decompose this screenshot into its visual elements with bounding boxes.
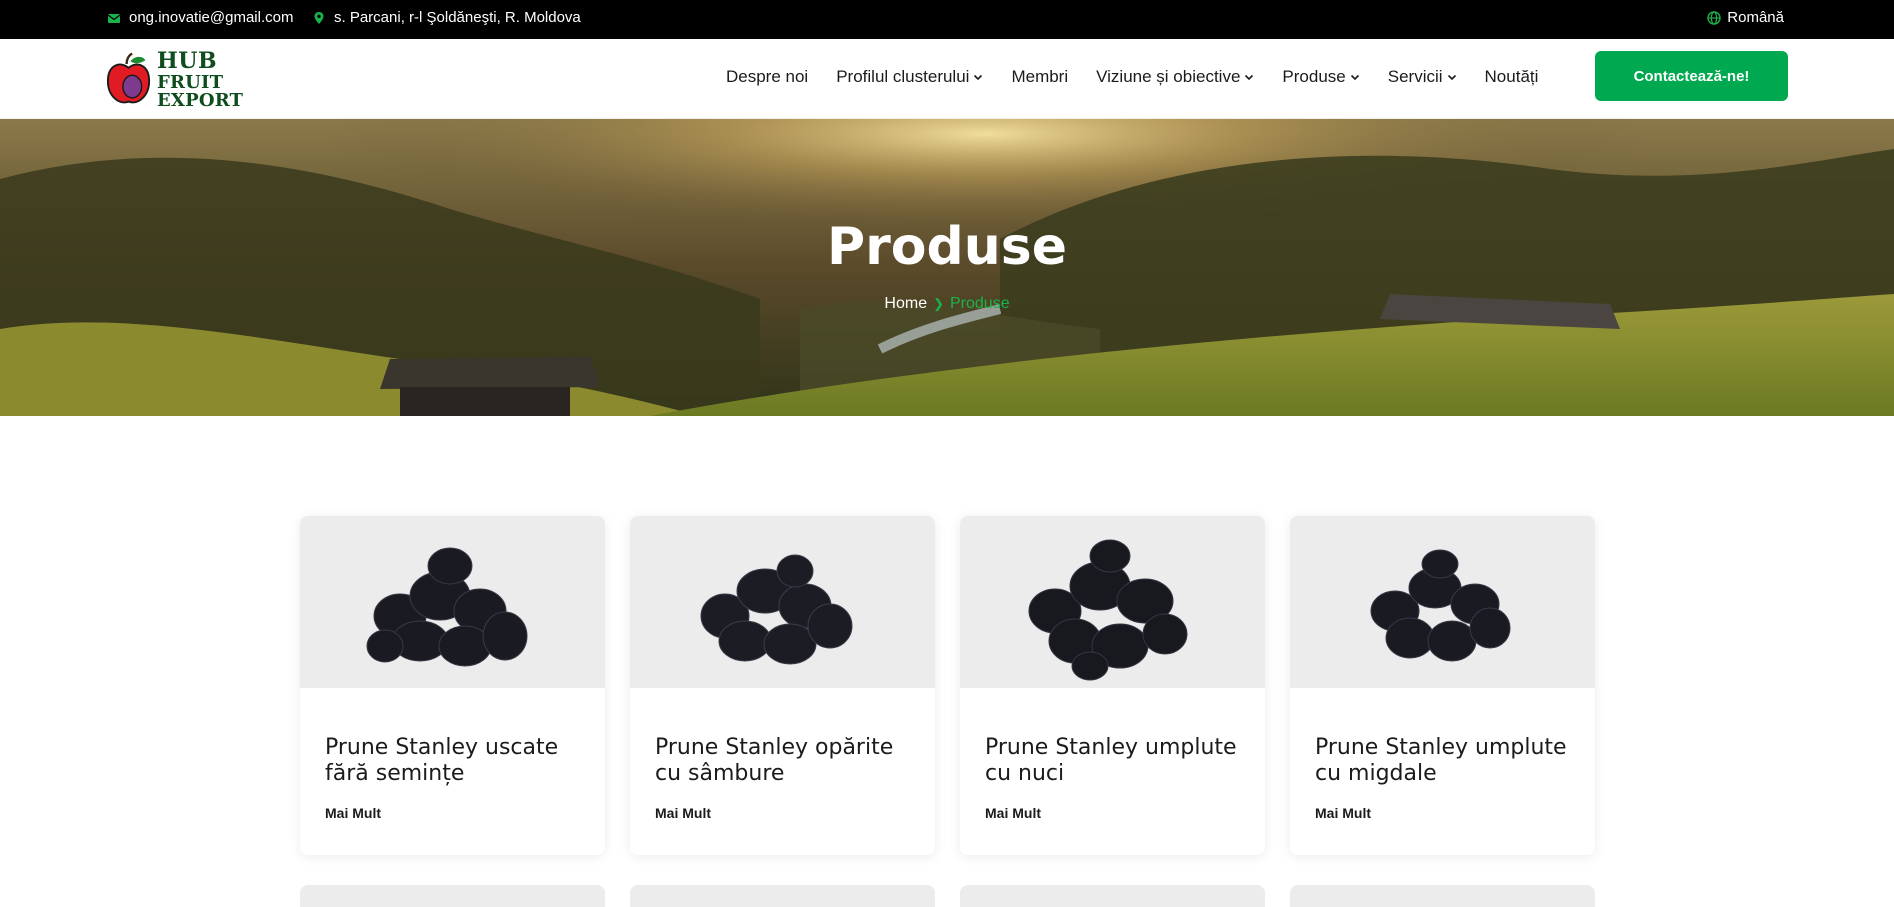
logo-line-1: HUB (157, 48, 218, 74)
product-card[interactable]: Prune Stanley opărite cu sâmbure Mai Mul… (630, 516, 935, 855)
nav-noutati[interactable]: Noutăți (1485, 67, 1539, 87)
language-selector[interactable]: Română (1707, 9, 1784, 26)
chevron-down-icon (1350, 74, 1359, 81)
nav-label: Despre noi (726, 67, 809, 86)
chevron-down-icon (1447, 74, 1456, 81)
product-image (300, 516, 605, 688)
nav-viziune-obiective[interactable]: Viziune și obiective (1096, 67, 1254, 87)
nav-label: Membri (1011, 67, 1069, 86)
product-card-partial (1290, 885, 1595, 907)
read-more-link[interactable]: Mai Mult (1315, 805, 1371, 821)
chevron-down-icon (974, 74, 983, 81)
product-card-partial (630, 885, 935, 907)
hero-banner: Produse Home ❯ Produse (0, 119, 1894, 416)
chevron-down-icon (1245, 74, 1254, 81)
product-card[interactable]: Prune Stanley umplute cu migdale Mai Mul… (1290, 516, 1595, 855)
read-more-link[interactable]: Mai Mult (655, 805, 711, 821)
product-title[interactable]: Prune Stanley umplute cu migdale (1315, 735, 1575, 787)
product-card[interactable]: Prune Stanley umplute cu nuci Mai Mult (960, 516, 1265, 855)
product-card-partial (960, 885, 1265, 907)
main-nav: Despre noi Profilul clusterului Membri V… (726, 67, 1566, 87)
nav-label: Viziune și obiective (1096, 67, 1241, 86)
product-image (630, 516, 935, 688)
logo-line-2: FRUIT EXPORT (157, 72, 244, 111)
nav-profilul-clusterului[interactable]: Profilul clusterului (836, 67, 983, 87)
read-more-link[interactable]: Mai Mult (325, 805, 381, 821)
site-header: HUB FRUIT EXPORT Despre noi Profilul clu… (0, 39, 1894, 119)
chevron-right-icon: ❯ (933, 296, 944, 311)
breadcrumb: Home ❯ Produse (0, 295, 1894, 313)
site-logo[interactable]: HUB FRUIT EXPORT (106, 50, 306, 110)
language-label: Română (1727, 9, 1784, 26)
product-title[interactable]: Prune Stanley opărite cu sâmbure (655, 735, 915, 787)
product-title[interactable]: Prune Stanley umplute cu nuci (985, 735, 1245, 787)
nav-servicii[interactable]: Servicii (1388, 67, 1457, 87)
nav-label: Noutăți (1484, 67, 1539, 86)
apple-logo-icon (106, 52, 151, 104)
nav-despre-noi[interactable]: Despre noi (726, 67, 808, 87)
nav-membri[interactable]: Membri (1011, 67, 1068, 87)
product-card-partial (300, 885, 605, 907)
contact-button[interactable]: Contactează-ne! (1595, 51, 1788, 101)
contact-email-text: ong.inovatie@gmail.com (129, 9, 294, 26)
envelope-icon (107, 11, 121, 25)
read-more-link[interactable]: Mai Mult (985, 805, 1041, 821)
contact-address-text: s. Parcani, r-l Şoldăneşti, R. Moldova (334, 9, 581, 26)
nav-label: Produse (1282, 67, 1346, 86)
logo-text: HUB FRUIT EXPORT (157, 50, 306, 110)
nav-label: Servicii (1387, 67, 1443, 86)
product-image (960, 516, 1265, 688)
page-title: Produse (827, 217, 1067, 277)
product-image (1290, 516, 1595, 688)
globe-icon (1707, 10, 1721, 25)
top-bar: ong.inovatie@gmail.com s. Parcani, r-l Ş… (0, 0, 1894, 39)
contact-email[interactable]: ong.inovatie@gmail.com (107, 9, 293, 26)
product-title[interactable]: Prune Stanley uscate fără semințe (325, 735, 585, 787)
map-pin-icon (312, 11, 326, 25)
contact-address: s. Parcani, r-l Şoldăneşti, R. Moldova (312, 9, 581, 26)
breadcrumb-home[interactable]: Home (884, 295, 927, 312)
breadcrumb-current: Produse (950, 295, 1010, 312)
product-card[interactable]: Prune Stanley uscate fără semințe Mai Mu… (300, 516, 605, 855)
nav-produse[interactable]: Produse (1282, 67, 1359, 87)
nav-label: Profilul clusterului (836, 67, 970, 86)
